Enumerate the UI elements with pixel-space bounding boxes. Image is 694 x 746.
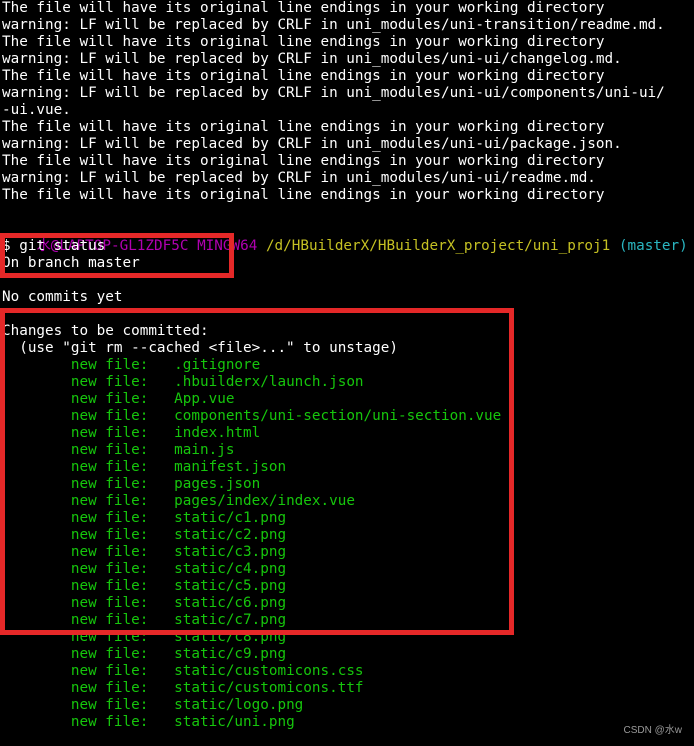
file-path: static/customicons.ttf: [174, 680, 364, 696]
output-line: -ui.vue.: [2, 102, 71, 118]
output-line: The file will have its original line end…: [2, 153, 605, 169]
output-line: The file will have its original line end…: [2, 119, 605, 135]
prompt-path: /d/HBuilderX/HBuilderX_project/uni_proj1: [265, 238, 611, 254]
output-line: warning: LF will be replaced by CRLF in …: [2, 51, 622, 67]
new-file-label: new file:: [70, 646, 149, 662]
highlight-box-changes: [0, 308, 514, 635]
new-file-label: new file:: [70, 697, 149, 713]
new-file-label: new file:: [70, 714, 149, 730]
staged-file-row: new file: static/customicons.css: [2, 663, 364, 680]
output-line: warning: LF will be replaced by CRLF in …: [2, 136, 622, 152]
output-line: The file will have its original line end…: [2, 68, 605, 84]
file-path: static/customicons.css: [174, 663, 364, 679]
watermark: CSDN @水w: [623, 725, 683, 736]
staged-file-row: new file: static/logo.png: [2, 697, 303, 714]
highlight-box-command: [0, 233, 234, 278]
output-line: The file will have its original line end…: [2, 34, 605, 50]
new-file-label: new file:: [70, 680, 149, 696]
file-path: static/c9.png: [174, 646, 287, 662]
file-path: static/uni.png: [174, 714, 295, 730]
new-file-label: new file:: [70, 663, 149, 679]
file-path: static/logo.png: [174, 697, 304, 713]
output-line: warning: LF will be replaced by CRLF in …: [2, 170, 596, 186]
output-line: warning: LF will be replaced by CRLF in …: [2, 17, 665, 33]
output-line: warning: LF will be replaced by CRLF in …: [2, 85, 665, 101]
output-line: The file will have its original line end…: [2, 0, 605, 16]
output-line: The file will have its original line end…: [2, 187, 605, 203]
prompt-branch: (master): [618, 238, 688, 254]
staged-file-row: new file: static/customicons.ttf: [2, 680, 364, 697]
no-commits-line: No commits yet: [2, 289, 123, 305]
staged-file-row: new file: static/c9.png: [2, 646, 286, 663]
staged-file-row: new file: static/uni.png: [2, 714, 295, 731]
